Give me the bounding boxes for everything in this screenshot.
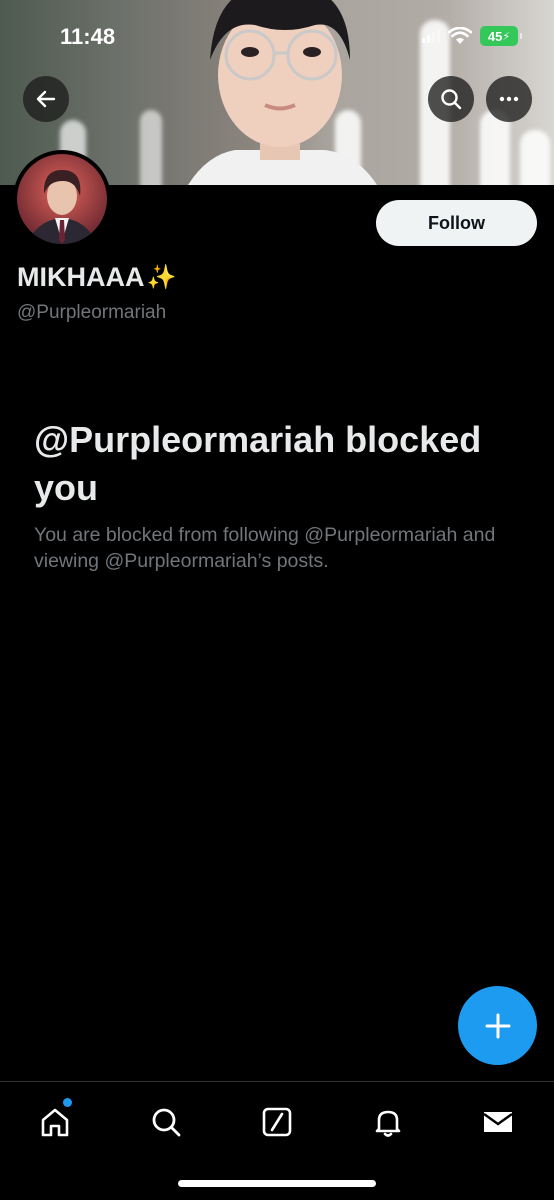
- battery-level: 45: [487, 28, 503, 44]
- avatar-image: [17, 154, 107, 244]
- bell-icon: [375, 1110, 401, 1137]
- profile-handle: @Purpleormariah: [17, 302, 167, 323]
- profile-screen: 11:48 45 ⚡ Follow MIKHAAA ✨ @Purpleormar…: [0, 0, 554, 1200]
- search-button[interactable]: [428, 76, 474, 122]
- back-arrow-icon: [36, 90, 56, 108]
- tab-search[interactable]: [144, 1100, 188, 1144]
- home-indicator: [178, 1180, 376, 1187]
- follow-button[interactable]: Follow: [376, 200, 537, 246]
- search-icon: [152, 1108, 181, 1137]
- more-icon: [499, 96, 519, 102]
- banner-portrait-image: [188, 0, 377, 185]
- home-notification-dot: [63, 1098, 72, 1107]
- back-button[interactable]: [23, 76, 69, 122]
- tab-notifications[interactable]: [366, 1100, 410, 1144]
- plus-icon: [485, 1013, 510, 1038]
- wifi-icon: [448, 27, 472, 44]
- display-name-text: MIKHAAA: [17, 262, 145, 292]
- more-button[interactable]: [486, 76, 532, 122]
- grok-icon: [262, 1107, 292, 1137]
- mail-icon: [483, 1112, 513, 1132]
- status-time: 11:48: [60, 24, 116, 49]
- avatar[interactable]: [13, 150, 111, 248]
- cellular-signal-icon: [422, 29, 440, 43]
- tab-home[interactable]: [33, 1098, 77, 1144]
- tab-messages[interactable]: [476, 1100, 520, 1144]
- sparkles-emoji: ✨: [146, 264, 177, 291]
- display-name: MIKHAAA ✨: [17, 262, 176, 293]
- blocked-description: You are blocked from following @Purpleor…: [34, 524, 496, 572]
- tab-grok[interactable]: [255, 1100, 299, 1144]
- home-icon: [41, 1108, 69, 1137]
- search-icon: [441, 89, 462, 110]
- battery-icon: 45 ⚡: [480, 26, 522, 46]
- compose-button[interactable]: [458, 986, 537, 1065]
- blocked-title: @Purpleormariah blocked you: [34, 419, 482, 508]
- status-icons: 45 ⚡: [422, 26, 522, 46]
